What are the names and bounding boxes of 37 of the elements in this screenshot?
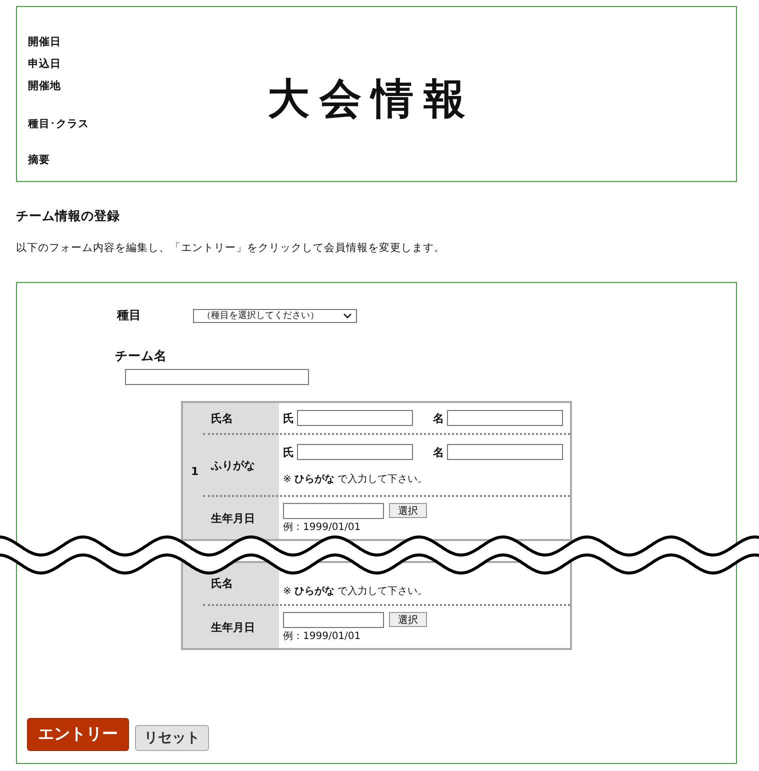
select-button[interactable]: 選択 xyxy=(389,612,427,627)
page-title: 大会情報 xyxy=(268,73,476,125)
row-label: 生年月日 xyxy=(210,510,256,526)
hint-text: 例：1999/01/01 xyxy=(283,630,362,642)
input-field[interactable] xyxy=(297,444,413,460)
row-label: 氏名 xyxy=(210,576,234,591)
field-label: 名 xyxy=(433,410,444,426)
select-button[interactable]: 選択 xyxy=(389,503,427,518)
input-field[interactable] xyxy=(297,410,413,426)
info-label: 摘要 xyxy=(28,153,51,168)
field-label: 名 xyxy=(433,444,444,460)
reset-button[interactable]: リセット xyxy=(135,725,209,751)
input-field[interactable] xyxy=(447,444,563,460)
info-label: 申込日 xyxy=(28,57,62,72)
member-number: 1 xyxy=(190,464,200,478)
info-label: 開催日 xyxy=(28,35,62,50)
chevron-down-icon xyxy=(343,312,352,318)
hint-text: ※ ひらがな で入力して下さい。 xyxy=(283,472,429,486)
field-label: 氏 xyxy=(283,444,294,460)
hint-text: 例：1999/01/01 xyxy=(283,520,362,534)
row-label: 生年月日 xyxy=(210,620,256,634)
hint-text: ※ ひらがな で入力して下さい。 xyxy=(283,584,429,598)
info-label: 種目･クラス xyxy=(28,117,90,132)
row-label: 氏名 xyxy=(210,410,234,426)
input-field[interactable] xyxy=(447,410,563,426)
entry-button[interactable]: エントリー xyxy=(27,718,129,751)
field-label: チーム名 xyxy=(115,348,168,365)
info-label: 開催地 xyxy=(28,79,62,94)
date-field[interactable] xyxy=(283,502,384,518)
field-label: 種目 xyxy=(117,307,141,324)
date-field[interactable] xyxy=(283,612,384,628)
row-label: ふりがな xyxy=(210,458,256,472)
category-select[interactable]: （種目を選択してください） xyxy=(193,308,357,322)
description-text: 以下のフォーム内容を編集し、「エントリー」をクリックして会員情報を変更します。 xyxy=(16,241,446,255)
field-label: 氏 xyxy=(283,410,294,426)
team-name-field[interactable] xyxy=(125,369,309,385)
section-heading: チーム情報の登録 xyxy=(16,208,121,225)
